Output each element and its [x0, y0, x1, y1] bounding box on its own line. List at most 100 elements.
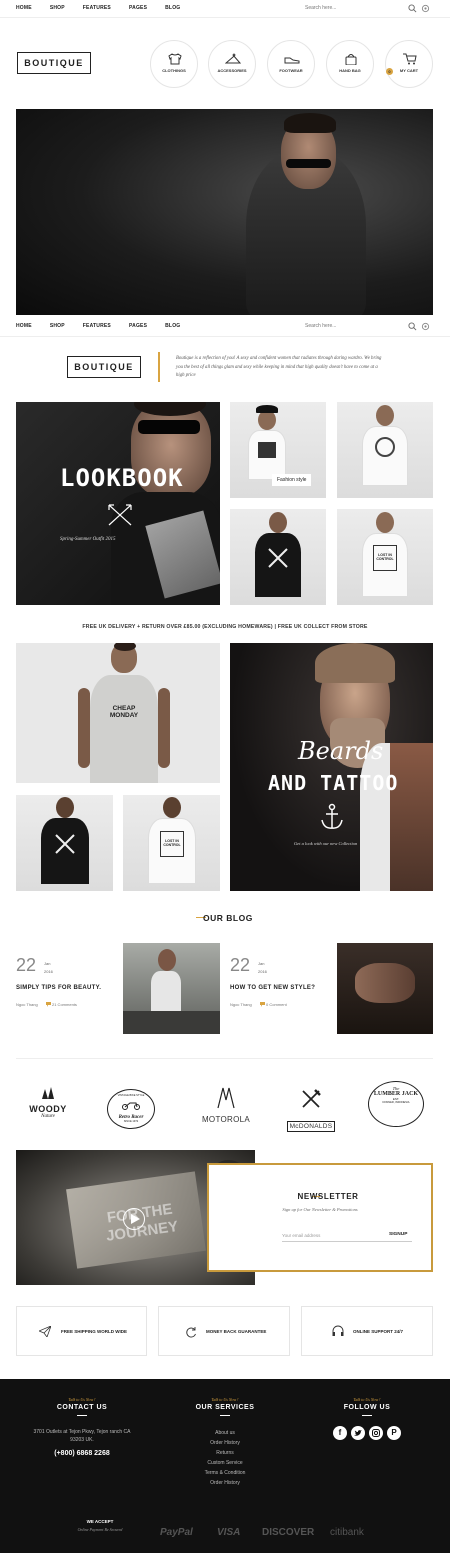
blog-date-day: 22 [230, 955, 251, 975]
citibank-icon: citibank [330, 1527, 364, 1538]
headset-icon [332, 1325, 344, 1336]
brand-mcdonalds[interactable]: McDONALDS [281, 1088, 341, 1133]
service-label: FREE SHIPPING WORLD WIDE [61, 1329, 128, 1334]
service-support: ONLINE SUPPORT 24/7 [301, 1306, 433, 1356]
pinterest-icon[interactable]: P [387, 1426, 401, 1440]
lookbook-banner[interactable]: LOOKBOOK Spring-Summer Outfit 2015 [16, 402, 220, 605]
model-head [376, 512, 394, 533]
footer-link[interactable]: Custom Service [160, 1458, 290, 1468]
blog-author[interactable]: Ngoc Thang [16, 1002, 38, 1007]
brand-text: MOTOROLA [201, 1115, 251, 1124]
brand-text: WOODY [29, 1104, 67, 1114]
product-tile[interactable] [337, 402, 433, 498]
category-label: HAND BAG [339, 68, 361, 73]
crossed-arrows-icon [55, 834, 75, 854]
promo-bar: FREE UK DELIVERY + RETURN OVER £85.00 (E… [82, 624, 368, 630]
footer-heading: OUR SERVICES [195, 1404, 255, 1411]
tattooed-arm [390, 743, 433, 891]
footer-address: 3701 Outlets at Tejon Pkwy, Tejon ranch … [33, 1429, 131, 1443]
page: { "nav": { "items": ["HOME","SHOP","FEAT… [0, 0, 450, 1553]
category-footwear[interactable]: FOOTWEAR [267, 40, 315, 88]
brand-text: McDONALDS [286, 1121, 336, 1132]
fork-knife-icon [302, 1089, 321, 1108]
beards-script: Beards [298, 737, 384, 765]
blog-image[interactable] [123, 943, 220, 1034]
product-tile[interactable]: Fashion style [230, 402, 326, 498]
brand-woody[interactable]: WOODY Nature [20, 1086, 76, 1119]
model-head [56, 797, 74, 818]
hanger-icon [225, 53, 241, 64]
shirt-print: LOST IN CONTROL [160, 831, 184, 857]
cart-icon [403, 53, 417, 65]
footer-link[interactable]: Order History [160, 1438, 290, 1448]
product-tile[interactable]: LOST IN CONTROL [123, 795, 220, 891]
trees-icon [42, 1087, 54, 1099]
blog-author[interactable]: Ngoc Thang [230, 1002, 252, 1007]
product-banner[interactable]: CHEAP MONDAY [16, 643, 220, 783]
brand-retro-racer[interactable]: VINTAGE BIKE STYLE Retro Racer SINCE 197… [107, 1089, 155, 1129]
my-cart[interactable]: 0 MY CART [385, 40, 433, 88]
sunglasses [286, 159, 331, 168]
footer-heading: CONTACT US [56, 1404, 108, 1411]
nav-shop[interactable]: SHOP [50, 5, 65, 11]
footer-phone[interactable]: (+800) 6868 2268 [17, 1450, 147, 1457]
search-icon[interactable] [408, 322, 417, 331]
nav-features[interactable]: FEATURES [83, 323, 111, 329]
category-label: CLOTHINGS [162, 68, 186, 73]
nav-pages[interactable]: PAGES [129, 323, 147, 329]
nav-pages[interactable]: PAGES [129, 5, 147, 11]
search-icon[interactable] [408, 4, 417, 13]
blog-heading: OUR BLOG [203, 913, 253, 923]
nav-home[interactable]: HOME [16, 5, 32, 11]
twitter-icon[interactable] [351, 1426, 365, 1440]
signup-button[interactable]: SIGNUP [389, 1232, 407, 1237]
brand-motorola[interactable]: MOTOROLA [197, 1086, 255, 1124]
blog-image[interactable] [337, 943, 433, 1034]
play-icon [131, 1214, 140, 1224]
hero-banner[interactable] [16, 109, 433, 315]
blog-date-year: 2016 [44, 969, 53, 974]
nav-blog[interactable]: BLOG [165, 323, 180, 329]
product-tile[interactable] [16, 795, 113, 891]
play-button[interactable] [123, 1208, 145, 1230]
search-input[interactable]: Search here... [305, 323, 336, 329]
accent-line [158, 352, 160, 382]
category-accessories[interactable]: ACCESSORIES [208, 40, 256, 88]
facebook-icon[interactable]: f [333, 1426, 347, 1440]
instagram-icon[interactable] [369, 1426, 383, 1440]
category-clothings[interactable]: CLOTHINGS [150, 40, 198, 88]
hero-hair [284, 113, 336, 133]
arm [78, 688, 90, 768]
model-shirt [90, 675, 158, 783]
sunglasses [138, 420, 200, 434]
brand-text: Nature [41, 1114, 55, 1119]
nav-shop[interactable]: SHOP [50, 323, 65, 329]
motorcycle-icon [122, 1102, 140, 1110]
service-shipping: FREE SHIPPING WORLD WIDE [16, 1306, 147, 1356]
blog-comments[interactable]: 21 Comments [52, 1002, 77, 1007]
gear-icon[interactable] [421, 322, 430, 331]
product-tile[interactable] [230, 509, 326, 605]
about-text: Boutique is a reflection of you! A sexy … [176, 356, 382, 378]
brand-lumber-jack[interactable]: The LUMBER JACK EST. DONNER, INDONESIA [368, 1081, 424, 1127]
search-input[interactable]: Search here... [305, 5, 336, 11]
beards-tattoo-banner[interactable]: Beards AND TATTOO Get a look with our ne… [230, 643, 433, 891]
model-top [151, 971, 181, 1011]
logo[interactable]: BOUTIQUE [17, 52, 91, 74]
blog-comments[interactable]: 0 Comment [266, 1002, 287, 1007]
blog-post-title[interactable]: HOW TO GET NEW STYLE? [230, 985, 315, 991]
nav-features[interactable]: FEATURES [83, 5, 111, 11]
footer-link[interactable]: Terms & Condition [160, 1468, 290, 1478]
brand-text: DONNER, INDONESIA [382, 1101, 410, 1104]
nav-home[interactable]: HOME [16, 323, 32, 329]
we-accept-sub: Online Payment Be Secured [77, 1527, 123, 1532]
product-tile[interactable]: LOST IN CONTROL [337, 509, 433, 605]
category-handbag[interactable]: HAND BAG [326, 40, 374, 88]
footer-link[interactable]: Returns [160, 1448, 290, 1458]
gear-icon[interactable] [421, 4, 430, 13]
footer-link[interactable]: About us [160, 1428, 290, 1438]
nav-blog[interactable]: BLOG [165, 5, 180, 11]
blog-post-title[interactable]: SIMPLY TIPS FOR BEAUTY. [16, 985, 101, 991]
footer-link[interactable]: Order History [160, 1478, 290, 1488]
top-nav: HOME SHOP FEATURES PAGES BLOG Search her… [0, 0, 450, 18]
